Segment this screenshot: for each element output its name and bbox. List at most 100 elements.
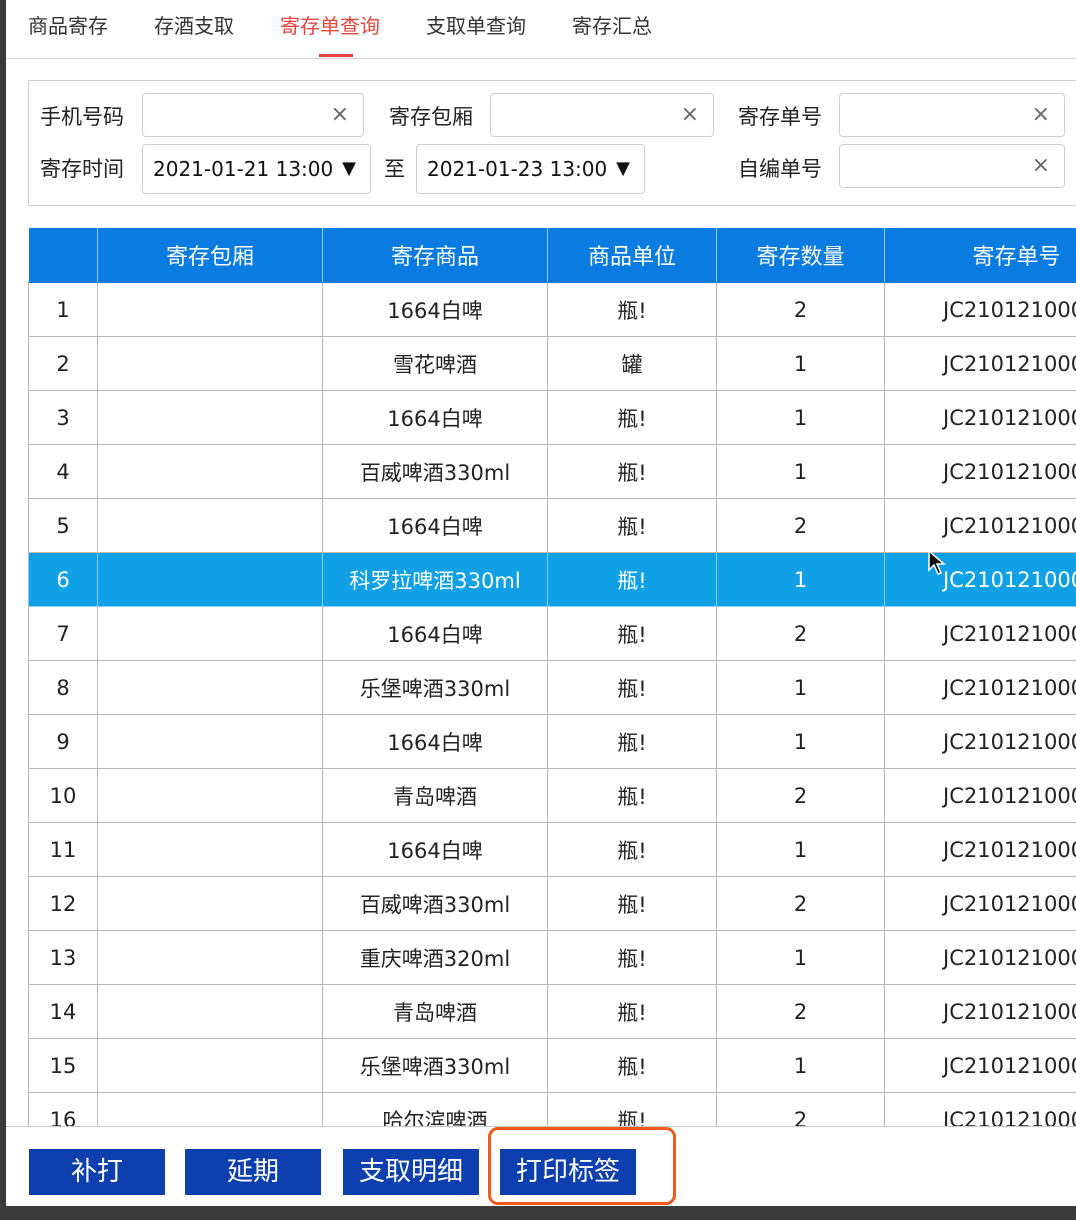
row-room — [97, 390, 323, 445]
row-unit: 瓶! — [547, 552, 717, 607]
header-index — [28, 228, 98, 283]
table-header-row: 寄存包厢 寄存商品 商品单位 寄存数量 寄存单号 — [28, 228, 1076, 283]
custom-no-clear-icon[interactable]: × — [1032, 153, 1050, 178]
row-room — [97, 876, 323, 931]
row-quantity: 2 — [716, 876, 885, 931]
table-row[interactable]: 5 1664白啤 瓶! 2 JC210121000 — [28, 498, 1076, 553]
row-quantity: 1 — [716, 552, 885, 607]
row-index: 12 — [28, 876, 98, 931]
row-order-no: JC210121000 — [884, 1092, 1076, 1126]
window-border-left — [0, 0, 6, 1220]
row-index: 14 — [28, 984, 98, 1039]
window-border-bottom — [0, 1206, 1076, 1220]
table-row[interactable]: 11 1664白啤 瓶! 1 JC210121000 — [28, 822, 1076, 877]
row-unit: 瓶! — [547, 1038, 717, 1093]
row-index: 10 — [28, 768, 98, 823]
table-row[interactable]: 6 科罗拉啤酒330ml 瓶! 1 JC210121000 — [28, 552, 1076, 607]
row-room — [97, 606, 323, 661]
row-goods: 1664白啤 — [322, 606, 548, 661]
end-time-select[interactable]: 2021-01-23 13:00 ▼ — [416, 144, 645, 194]
row-unit: 瓶! — [547, 1092, 717, 1126]
reprint-button[interactable]: 补打 — [29, 1149, 165, 1195]
table-row[interactable]: 8 乐堡啤酒330ml 瓶! 1 JC210121000 — [28, 660, 1076, 715]
row-goods: 雪花啤酒 — [322, 336, 548, 391]
table-row[interactable]: 7 1664白啤 瓶! 2 JC210121000 — [28, 606, 1076, 661]
end-time-dropdown-icon: ▼ — [616, 158, 630, 179]
row-goods: 百威啤酒330ml — [322, 444, 548, 499]
tab-goods-deposit[interactable]: 商品寄存 — [28, 10, 108, 39]
header-unit: 商品单位 — [547, 228, 717, 283]
withdraw-detail-button[interactable]: 支取明细 — [343, 1149, 479, 1195]
table-row[interactable]: 10 青岛啤酒 瓶! 2 JC210121000 — [28, 768, 1076, 823]
table-row[interactable]: 9 1664白啤 瓶! 1 JC210121000 — [28, 714, 1076, 769]
tab-deposit-summary[interactable]: 寄存汇总 — [572, 10, 652, 39]
table-row[interactable]: 12 百威啤酒330ml 瓶! 2 JC210121000 — [28, 876, 1076, 931]
filter-panel: 手机号码 × 寄存包厢 × 寄存单号 × 寄存时间 2021-01-21 13:… — [28, 80, 1076, 206]
row-order-no: JC210121000 — [884, 822, 1076, 877]
table-row[interactable]: 3 1664白啤 瓶! 1 JC210121000 — [28, 390, 1076, 445]
custom-no-label: 自编单号 — [738, 157, 822, 181]
table-row[interactable]: 4 百威啤酒330ml 瓶! 1 JC210121000 — [28, 444, 1076, 499]
phone-input[interactable]: × — [142, 93, 364, 137]
row-quantity: 1 — [716, 822, 885, 877]
row-quantity: 2 — [716, 984, 885, 1039]
row-index: 16 — [28, 1092, 98, 1126]
deposit-table-container[interactable]: 寄存包厢 寄存商品 商品单位 寄存数量 寄存单号 1 1664白啤 瓶! 2 JC210… — [28, 228, 1076, 1126]
row-index: 11 — [28, 822, 98, 877]
tab-withdraw-query[interactable]: 支取单查询 — [426, 10, 526, 39]
start-time-value: 2021-01-21 13:00 — [153, 157, 334, 181]
row-quantity: 1 — [716, 930, 885, 985]
phone-clear-icon[interactable]: × — [331, 102, 349, 127]
row-unit: 瓶! — [547, 822, 717, 877]
start-time-select[interactable]: 2021-01-21 13:00 ▼ — [142, 144, 371, 194]
row-index: 1 — [28, 282, 98, 337]
row-quantity: 2 — [716, 768, 885, 823]
row-quantity: 1 — [716, 444, 885, 499]
table-row[interactable]: 2 雪花啤酒罐 1 JC210121000 — [28, 336, 1076, 391]
row-goods: 乐堡啤酒330ml — [322, 660, 548, 715]
room-clear-icon[interactable]: × — [681, 102, 699, 127]
tab-wine-withdraw[interactable]: 存酒支取 — [154, 10, 234, 39]
row-index: 5 — [28, 498, 98, 553]
tab-bar: 商品寄存 存酒支取 寄存单查询 支取单查询 寄存汇总 — [6, 0, 1076, 59]
row-room — [97, 282, 323, 337]
action-bar: 补打 延期 支取明细 打印标签 — [6, 1126, 1076, 1207]
row-unit: 瓶! — [547, 768, 717, 823]
row-unit: 瓶! — [547, 930, 717, 985]
row-order-no: JC210121000 — [884, 1038, 1076, 1093]
row-room — [97, 1092, 323, 1126]
row-unit: 瓶! — [547, 606, 717, 661]
row-room — [97, 984, 323, 1039]
row-order-no: JC210121000 — [884, 498, 1076, 553]
table-row[interactable]: 1 1664白啤 瓶! 2 JC210121000 — [28, 282, 1076, 337]
start-time-dropdown-icon: ▼ — [342, 158, 356, 179]
custom-no-input[interactable]: × — [839, 144, 1065, 188]
row-unit: 瓶! — [547, 984, 717, 1039]
row-goods: 1664白啤 — [322, 498, 548, 553]
order-no-clear-icon[interactable]: × — [1032, 102, 1050, 127]
row-unit: 瓶! — [547, 714, 717, 769]
row-quantity: 1 — [716, 336, 885, 391]
tab-deposit-query[interactable]: 寄存单查询 — [280, 10, 380, 39]
table-row[interactable]: 13 重庆啤酒320ml 瓶! 1 JC210121000 — [28, 930, 1076, 985]
row-index: 3 — [28, 390, 98, 445]
header-order-no: 寄存单号 — [884, 228, 1076, 283]
row-order-no: JC210121000 — [884, 552, 1076, 607]
mouse-cursor-icon — [928, 550, 947, 575]
row-room — [97, 768, 323, 823]
row-room — [97, 498, 323, 553]
room-input[interactable]: × — [490, 93, 714, 137]
row-order-no: JC210121000 — [884, 714, 1076, 769]
row-room — [97, 660, 323, 715]
row-room — [97, 444, 323, 499]
row-room — [97, 930, 323, 985]
order-no-input[interactable]: × — [839, 93, 1065, 137]
table-row[interactable]: 14 青岛啤酒 瓶! 2 JC210121000 — [28, 984, 1076, 1039]
extend-button[interactable]: 延期 — [185, 1149, 321, 1195]
table-row[interactable]: 15 乐堡啤酒330ml 瓶! 1 JC210121000 — [28, 1038, 1076, 1093]
table-row[interactable]: 16 哈尔滨啤酒 瓶! 2 JC210121000 — [28, 1092, 1076, 1126]
row-quantity: 1 — [716, 390, 885, 445]
header-quantity: 寄存数量 — [716, 228, 885, 283]
row-quantity: 1 — [716, 714, 885, 769]
room-label: 寄存包厢 — [389, 105, 473, 129]
